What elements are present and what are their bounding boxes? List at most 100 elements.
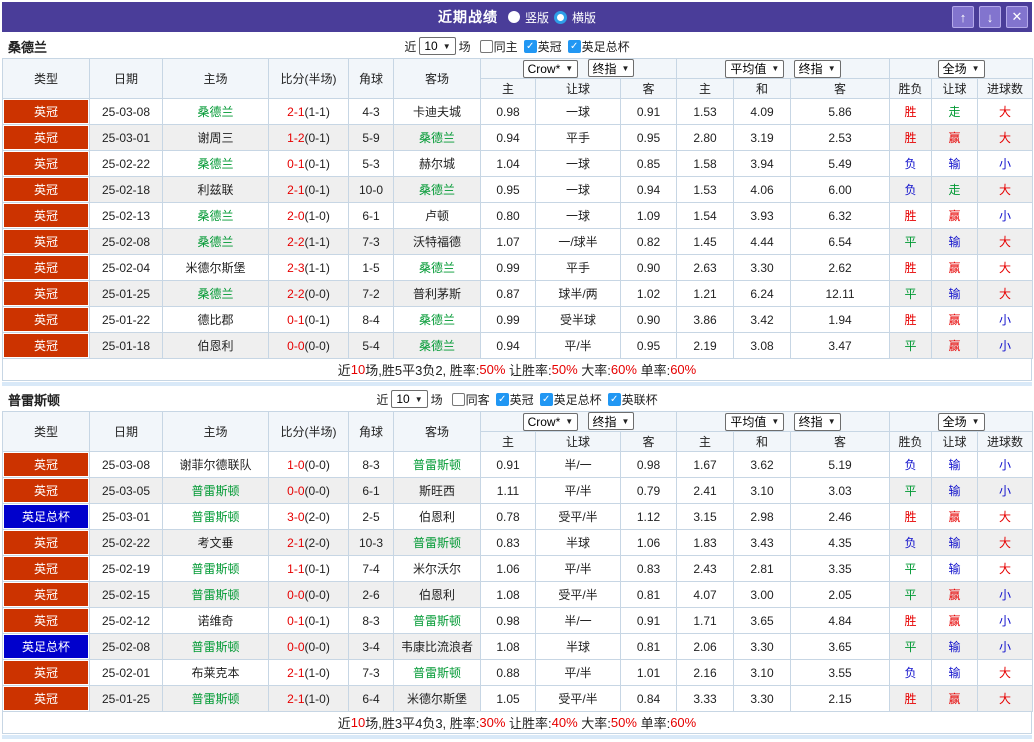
avg-home: 1.45 xyxy=(677,229,734,255)
odds-final-select[interactable]: 终指▼ xyxy=(588,412,635,430)
corners: 8-4 xyxy=(349,307,394,333)
away-team: 斯旺西 xyxy=(394,478,481,504)
league-badge: 英冠 xyxy=(4,583,88,606)
avg-draw: 3.30 xyxy=(734,255,791,281)
halftime-score: (0-1) xyxy=(305,157,330,171)
league-badge: 英冠 xyxy=(4,479,88,502)
filter-checkbox[interactable]: ✓ xyxy=(608,393,621,406)
scope-select[interactable]: 全场▼ xyxy=(938,60,985,78)
odds-home: 1.07 xyxy=(481,229,536,255)
table-row: 英冠25-02-22桑德兰0-1(0-1)5-3赫尔城1.04一球0.851.5… xyxy=(3,151,1033,177)
subcol-goals: 进球数 xyxy=(978,432,1033,452)
close-button[interactable]: ✕ xyxy=(1006,6,1028,28)
odds-handicap: 平手 xyxy=(536,125,621,151)
average-final-select[interactable]: 终指▼ xyxy=(794,60,841,78)
avg-draw: 3.19 xyxy=(734,125,791,151)
result-handicap: 赢 xyxy=(932,686,978,712)
odds-company-select[interactable]: Crow*▼ xyxy=(523,60,579,78)
filter-checkbox[interactable]: ✓ xyxy=(524,40,537,53)
odds-final-select[interactable]: 终指▼ xyxy=(588,59,635,77)
table-row: 英足总杯25-02-08普雷斯顿0-0(0-0)3-4韦康比流浪者1.08半球0… xyxy=(3,634,1033,660)
filter-matches-label: 场 xyxy=(431,391,443,408)
team-header-row: 普雷斯顿 近 10▼ 场 同客✓英冠✓英足总杯✓英联杯 xyxy=(2,387,1032,411)
average-final-select[interactable]: 终指▼ xyxy=(794,413,841,431)
score-cell: 0-0(0-0) xyxy=(269,634,349,660)
corners: 6-1 xyxy=(349,478,394,504)
page-title: 近期战绩 xyxy=(438,7,498,27)
avg-home: 1.71 xyxy=(677,608,734,634)
avg-draw: 4.06 xyxy=(734,177,791,203)
chevron-down-icon: ▼ xyxy=(622,64,630,73)
average-select[interactable]: 平均值▼ xyxy=(725,60,784,78)
match-count-select[interactable]: 10▼ xyxy=(391,390,427,408)
avg-home: 1.53 xyxy=(677,177,734,203)
fulltime-score: 1-0 xyxy=(287,458,304,472)
result-handicap: 输 xyxy=(932,634,978,660)
summary-text: 让胜率: xyxy=(505,360,551,379)
table-row: 英冠25-03-05普雷斯顿0-0(0-0)6-1斯旺西1.11平/半0.792… xyxy=(3,478,1033,504)
home-team: 桑德兰 xyxy=(163,99,269,125)
result-handicap: 输 xyxy=(932,151,978,177)
avg-home: 1.67 xyxy=(677,452,734,478)
halftime-score: (0-1) xyxy=(305,313,330,327)
fulltime-score: 2-1 xyxy=(287,183,304,197)
table-row: 英冠25-02-04米德尔斯堡2-3(1-1)1-5桑德兰0.99平手0.902… xyxy=(3,255,1033,281)
result-handicap: 赢 xyxy=(932,582,978,608)
average-select[interactable]: 平均值▼ xyxy=(725,413,784,431)
team-header-row: 桑德兰 近 10▼ 场 同主✓英冠✓英足总杯 xyxy=(2,34,1032,58)
summary-text: 大率: xyxy=(578,713,611,732)
filter-recent-label: 近 xyxy=(376,391,388,408)
league-badge: 英冠 xyxy=(4,152,88,175)
away-team: 桑德兰 xyxy=(394,125,481,151)
fulltime-score: 2-2 xyxy=(287,235,304,249)
match-date: 25-02-22 xyxy=(90,151,163,177)
score-cell: 0-0(0-0) xyxy=(269,582,349,608)
odds-company-select[interactable]: Crow*▼ xyxy=(523,413,579,431)
filter-checkbox[interactable]: ✓ xyxy=(568,40,581,53)
match-date: 25-03-05 xyxy=(90,478,163,504)
odds-home: 1.08 xyxy=(481,634,536,660)
odds-away: 0.91 xyxy=(621,99,677,125)
summary-text: 大率: xyxy=(578,360,611,379)
result-handicap: 输 xyxy=(932,556,978,582)
move-down-button[interactable]: ↓ xyxy=(979,6,1001,28)
home-team: 桑德兰 xyxy=(163,281,269,307)
avg-away: 2.62 xyxy=(791,255,890,281)
result-handicap: 输 xyxy=(932,478,978,504)
summary-text: 让胜率: xyxy=(505,713,551,732)
result-outcome: 平 xyxy=(890,229,932,255)
scope-select[interactable]: 全场▼ xyxy=(938,413,985,431)
league-badge: 英冠 xyxy=(4,282,88,305)
filter-matches-label: 场 xyxy=(459,38,471,55)
result-outcome: 平 xyxy=(890,556,932,582)
home-team: 米德尔斯堡 xyxy=(163,255,269,281)
match-date: 25-03-08 xyxy=(90,452,163,478)
score-cell: 2-1(0-1) xyxy=(269,177,349,203)
avg-away: 2.15 xyxy=(791,686,890,712)
result-goals: 小 xyxy=(978,151,1033,177)
result-goals: 大 xyxy=(978,255,1033,281)
home-team: 谢周三 xyxy=(163,125,269,151)
match-count-select[interactable]: 10▼ xyxy=(419,37,455,55)
subcol-result: 胜负 xyxy=(890,79,932,99)
result-outcome: 负 xyxy=(890,151,932,177)
table-row: 英冠25-02-12诺维奇0-1(0-1)8-3普雷斯顿0.98半/一0.911… xyxy=(3,608,1033,634)
score-cell: 2-1(1-0) xyxy=(269,660,349,686)
result-outcome: 负 xyxy=(890,530,932,556)
filter-checkbox[interactable] xyxy=(452,393,465,406)
filter-checkbox[interactable] xyxy=(480,40,493,53)
odds-away: 0.83 xyxy=(621,556,677,582)
radio-horizontal-layout[interactable] xyxy=(554,11,567,24)
filter-checkbox[interactable]: ✓ xyxy=(496,393,509,406)
filter-checkbox[interactable]: ✓ xyxy=(540,393,553,406)
avg-home: 2.06 xyxy=(677,634,734,660)
score-cell: 2-3(1-1) xyxy=(269,255,349,281)
away-team: 普利茅斯 xyxy=(394,281,481,307)
move-up-button[interactable]: ↑ xyxy=(952,6,974,28)
table-row: 英冠25-01-18伯恩利0-0(0-0)5-4桑德兰0.94平/半0.952.… xyxy=(3,333,1033,359)
odds-handicap: 球半/两 xyxy=(536,281,621,307)
away-team: 桑德兰 xyxy=(394,177,481,203)
radio-vertical-layout[interactable] xyxy=(508,11,520,23)
halftime-score: (1-1) xyxy=(305,261,330,275)
result-handicap: 赢 xyxy=(932,504,978,530)
